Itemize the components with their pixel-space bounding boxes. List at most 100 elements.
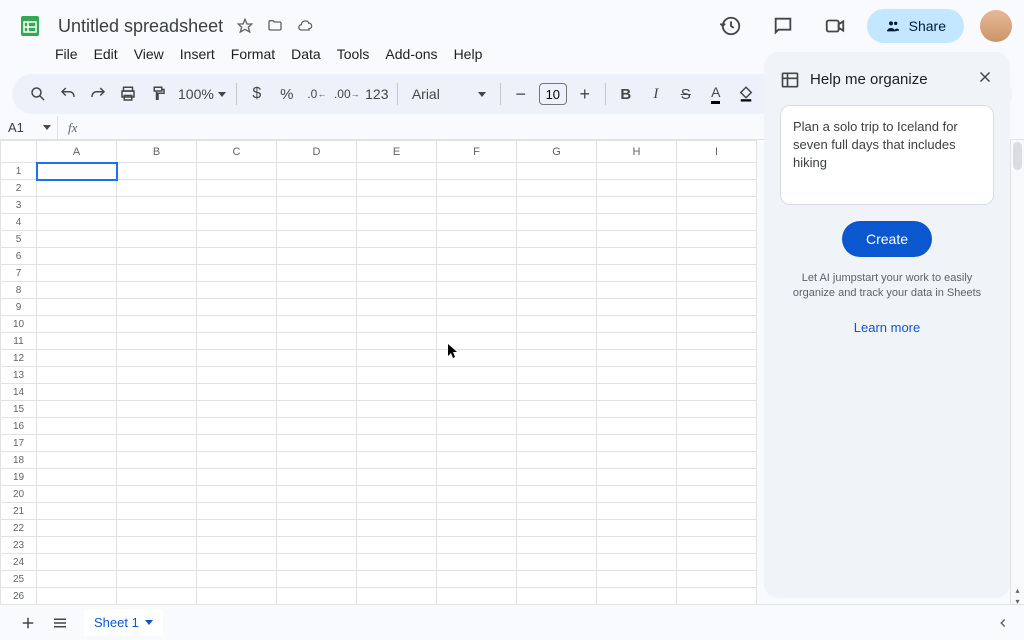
cell[interactable]	[37, 367, 117, 384]
search-menus-icon[interactable]	[24, 80, 52, 108]
bold-icon[interactable]: B	[612, 80, 640, 108]
cell[interactable]	[37, 316, 117, 333]
cell[interactable]	[197, 248, 277, 265]
zoom-dropdown[interactable]: 100%	[174, 86, 230, 102]
meet-icon[interactable]	[815, 6, 855, 46]
cell[interactable]	[117, 350, 197, 367]
cell[interactable]	[677, 503, 757, 520]
cell[interactable]	[277, 265, 357, 282]
cell[interactable]	[197, 333, 277, 350]
cell[interactable]	[357, 367, 437, 384]
menu-file[interactable]: File	[48, 44, 85, 66]
cell[interactable]	[597, 401, 677, 418]
cell[interactable]	[597, 503, 677, 520]
cell[interactable]	[597, 435, 677, 452]
cell[interactable]	[197, 350, 277, 367]
cell[interactable]	[437, 333, 517, 350]
cell[interactable]	[117, 231, 197, 248]
row-header[interactable]: 26	[1, 588, 37, 605]
cell[interactable]	[197, 469, 277, 486]
cell[interactable]	[357, 469, 437, 486]
row-header[interactable]: 7	[1, 265, 37, 282]
learn-more-link[interactable]: Learn more	[780, 320, 994, 335]
strikethrough-icon[interactable]: S	[672, 80, 700, 108]
cloud-status-icon[interactable]	[293, 14, 317, 38]
cell[interactable]	[517, 452, 597, 469]
cell[interactable]	[277, 452, 357, 469]
cell[interactable]	[277, 520, 357, 537]
cell[interactable]	[517, 554, 597, 571]
cell[interactable]	[677, 214, 757, 231]
cell[interactable]	[437, 401, 517, 418]
cell[interactable]	[197, 197, 277, 214]
menu-format[interactable]: Format	[224, 44, 282, 66]
redo-icon[interactable]	[84, 80, 112, 108]
cell[interactable]	[437, 520, 517, 537]
cell[interactable]	[357, 452, 437, 469]
row-header[interactable]: 8	[1, 282, 37, 299]
cell[interactable]	[357, 180, 437, 197]
cell[interactable]	[117, 401, 197, 418]
row-header[interactable]: 2	[1, 180, 37, 197]
cell[interactable]	[517, 231, 597, 248]
cell[interactable]	[677, 265, 757, 282]
cell[interactable]	[597, 350, 677, 367]
cell[interactable]	[597, 486, 677, 503]
cell[interactable]	[117, 248, 197, 265]
column-header[interactable]: G	[517, 141, 597, 163]
create-button[interactable]: Create	[842, 221, 932, 257]
cell[interactable]	[37, 588, 117, 605]
cell[interactable]	[37, 180, 117, 197]
cell[interactable]	[597, 197, 677, 214]
row-header[interactable]: 9	[1, 299, 37, 316]
cell[interactable]	[677, 435, 757, 452]
cell[interactable]	[437, 537, 517, 554]
row-header[interactable]: 17	[1, 435, 37, 452]
cell[interactable]	[437, 367, 517, 384]
cell[interactable]	[437, 452, 517, 469]
cell[interactable]	[277, 418, 357, 435]
fill-color-icon[interactable]	[732, 80, 760, 108]
cell[interactable]	[437, 435, 517, 452]
cell[interactable]	[117, 486, 197, 503]
row-header[interactable]: 12	[1, 350, 37, 367]
cell[interactable]	[597, 265, 677, 282]
cell[interactable]	[277, 367, 357, 384]
cell[interactable]	[517, 384, 597, 401]
cell[interactable]	[37, 537, 117, 554]
cell[interactable]	[277, 333, 357, 350]
cell[interactable]	[677, 163, 757, 180]
cell[interactable]	[197, 265, 277, 282]
cell[interactable]	[357, 537, 437, 554]
cell[interactable]	[117, 503, 197, 520]
cell[interactable]	[677, 588, 757, 605]
column-header[interactable]: C	[197, 141, 277, 163]
cell[interactable]	[277, 282, 357, 299]
row-header[interactable]: 25	[1, 571, 37, 588]
cell[interactable]	[517, 435, 597, 452]
cell[interactable]	[677, 418, 757, 435]
row-header[interactable]: 14	[1, 384, 37, 401]
cell[interactable]	[197, 384, 277, 401]
row-header[interactable]: 24	[1, 554, 37, 571]
cell[interactable]	[437, 469, 517, 486]
cell[interactable]	[357, 265, 437, 282]
cell[interactable]	[437, 486, 517, 503]
cell[interactable]	[357, 282, 437, 299]
cell[interactable]	[677, 537, 757, 554]
decrease-decimal-icon[interactable]: .0←	[303, 80, 331, 108]
cell[interactable]	[117, 452, 197, 469]
cell[interactable]	[517, 588, 597, 605]
cell[interactable]	[517, 316, 597, 333]
row-header[interactable]: 5	[1, 231, 37, 248]
cell[interactable]	[597, 231, 677, 248]
decrease-font-size-icon[interactable]: −	[507, 80, 535, 108]
cell[interactable]	[277, 231, 357, 248]
cell[interactable]	[437, 316, 517, 333]
cell[interactable]	[37, 418, 117, 435]
cell[interactable]	[437, 571, 517, 588]
cell[interactable]	[197, 554, 277, 571]
cell[interactable]	[117, 469, 197, 486]
cell[interactable]	[277, 299, 357, 316]
cell[interactable]	[117, 537, 197, 554]
